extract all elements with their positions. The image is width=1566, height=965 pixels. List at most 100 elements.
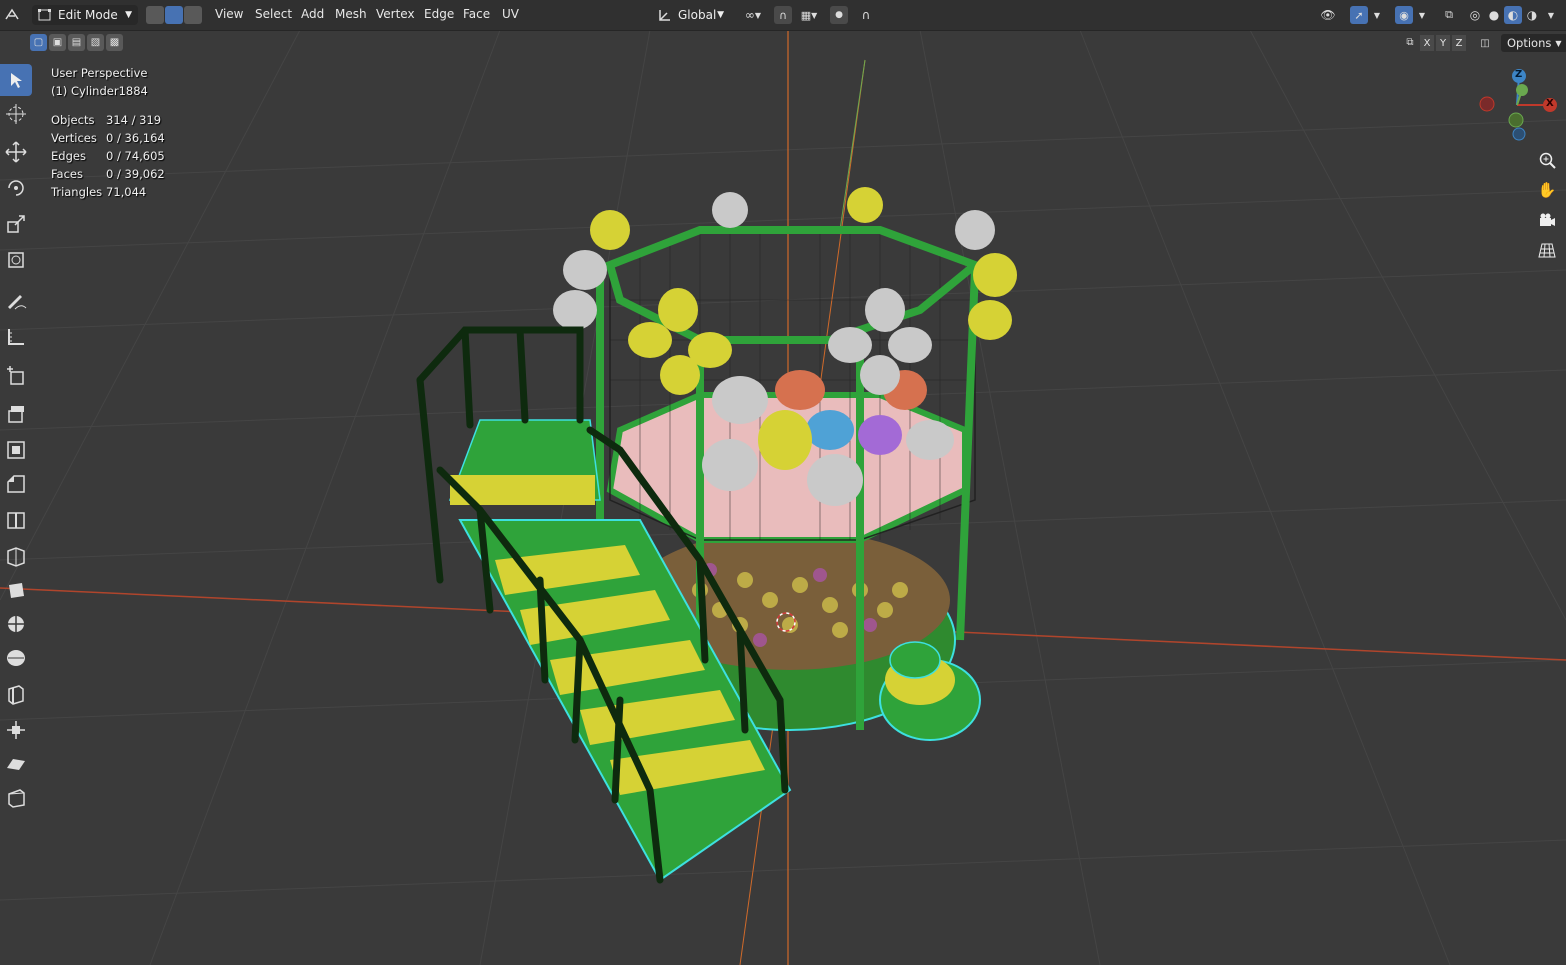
tool-add-cube[interactable]	[0, 360, 32, 392]
shading-solid-button[interactable]: ●	[1485, 6, 1503, 24]
poly-build-icon	[9, 583, 24, 598]
chevron-down-icon: ▼	[1547, 10, 1555, 20]
tool-edge-slide[interactable]	[0, 678, 32, 710]
shrink-fatten-icon	[7, 721, 25, 739]
gizmo-z-label: Z	[1515, 69, 1523, 80]
options-label: Options	[1507, 36, 1552, 50]
bevel-icon	[7, 475, 25, 493]
tool-rotate[interactable]	[0, 172, 32, 204]
mode-dropdown[interactable]: Edit Mode ▼	[32, 5, 138, 25]
menu-view[interactable]: View	[215, 7, 243, 21]
chevron-down-icon: ▼	[1418, 10, 1426, 20]
chevron-down-icon: ▼	[811, 10, 818, 20]
overlays-icon: ◉	[1399, 8, 1409, 22]
active-object-name: (1) Cylinder1884	[51, 84, 148, 98]
tool-shrink-fatten[interactable]	[0, 714, 32, 746]
select-subtract-button[interactable]: ▤	[68, 34, 85, 51]
tool-extrude[interactable]	[0, 398, 32, 430]
overlays-toggle-button[interactable]: ◉	[1395, 6, 1413, 24]
stat-row-edges: Edges 0 / 74,605	[51, 147, 165, 165]
tool-smooth[interactable]	[0, 642, 32, 674]
rotate-icon	[8, 180, 24, 196]
tool-transform[interactable]	[0, 244, 32, 276]
falloff-curve-icon: ∩	[861, 8, 871, 22]
mirror-y-toggle[interactable]: Y	[1436, 35, 1450, 51]
menu-uv[interactable]: UV	[502, 7, 519, 21]
3d-viewport[interactable]	[0, 0, 1566, 965]
select-invert-button[interactable]: ▧	[87, 34, 104, 51]
shading-wireframe-button[interactable]: ◎	[1466, 6, 1484, 24]
overlays-dropdown[interactable]: ▼	[1415, 6, 1429, 24]
chevron-down-icon: ▼	[1555, 38, 1562, 48]
tool-inset[interactable]	[0, 434, 32, 466]
stat-label: Triangles	[51, 185, 103, 199]
rendered-sphere-icon: ◑	[1526, 8, 1538, 22]
pan-button[interactable]: ✋	[1535, 178, 1559, 202]
stat-value: 0 / 39,062	[106, 167, 165, 181]
xray-toggle-button[interactable]: ⧉	[1440, 6, 1458, 24]
transform-orientation-dropdown[interactable]: Global ▼	[652, 5, 730, 25]
viewport-info-overlay: User Perspective (1) Cylinder1884 Object…	[51, 64, 165, 201]
select-extend-button[interactable]: ▣	[49, 34, 66, 51]
mirror-x-toggle[interactable]: X	[1420, 35, 1434, 51]
auto-merge-button[interactable]: ◫	[1476, 34, 1494, 52]
mirror-z-toggle[interactable]: Z	[1452, 35, 1466, 51]
tool-measure[interactable]	[0, 320, 32, 352]
snap-target-button[interactable]: ▦ ▼	[794, 6, 824, 24]
gizmo-toggle-button[interactable]: ➚	[1350, 6, 1368, 24]
chevron-down-icon: ▼	[754, 10, 762, 20]
tool-select-box[interactable]	[0, 64, 32, 96]
stat-value: 71,044	[106, 185, 147, 199]
annotate-icon	[8, 295, 27, 310]
shading-material-button[interactable]: ◐	[1504, 6, 1522, 24]
snap-increment-icon: ▦	[800, 8, 812, 22]
shading-dropdown[interactable]: ▼	[1544, 6, 1558, 24]
pivot-point-button[interactable]: ∞ ▼	[738, 6, 768, 24]
face-select-button[interactable]	[184, 6, 202, 24]
menu-select[interactable]: Select	[255, 7, 292, 21]
mode-label: Edit Mode	[58, 8, 118, 22]
menu-vertex[interactable]: Vertex	[376, 7, 415, 21]
gizmo-dropdown[interactable]: ▼	[1370, 6, 1384, 24]
mirror-button[interactable]: ⧉	[1402, 34, 1418, 51]
editor-type-icon	[5, 8, 19, 20]
tool-knife[interactable]	[0, 540, 32, 572]
select-intersect-button[interactable]: ▩	[106, 34, 123, 51]
edge-select-button[interactable]	[165, 6, 183, 24]
link-icon: ∞	[744, 8, 755, 22]
stat-label: Vertices	[51, 131, 97, 145]
spin-icon	[8, 616, 24, 632]
grid-icon	[1538, 243, 1556, 258]
vertex-select-button[interactable]	[146, 6, 164, 24]
snap-toggle-button[interactable]: ∩	[774, 6, 792, 24]
shading-rendered-button[interactable]: ◑	[1523, 6, 1541, 24]
select-new-button[interactable]: ▢	[30, 34, 47, 51]
tool-loop-cut[interactable]	[0, 504, 32, 536]
menu-edge[interactable]: Edge	[424, 7, 454, 21]
menu-add[interactable]: Add	[301, 7, 324, 21]
zoom-button[interactable]	[1535, 148, 1559, 172]
stat-value: 0 / 36,164	[106, 131, 165, 145]
tool-bevel[interactable]	[0, 468, 32, 500]
camera-view-button[interactable]	[1535, 208, 1559, 232]
edit-mode-icon	[38, 9, 51, 21]
falloff-button[interactable]: ∩	[852, 6, 880, 24]
menu-mesh[interactable]: Mesh	[335, 7, 367, 21]
options-dropdown[interactable]: Options ▼	[1501, 34, 1566, 52]
tool-move[interactable]	[0, 136, 32, 168]
editor-type-button[interactable]	[2, 6, 24, 24]
tool-spin[interactable]	[0, 608, 32, 640]
tool-annotate[interactable]	[0, 284, 32, 316]
stat-row-faces: Faces 0 / 39,062	[51, 165, 165, 183]
tool-shear[interactable]	[0, 748, 32, 780]
material-sphere-icon: ◐	[1507, 8, 1519, 22]
proportional-edit-button[interactable]: ●	[830, 6, 848, 24]
proportional-icon: ●	[835, 10, 843, 20]
tool-rip[interactable]	[0, 782, 32, 814]
tool-cursor[interactable]	[0, 98, 32, 130]
visibility-button[interactable]: 👁	[1313, 6, 1343, 24]
menu-face[interactable]: Face	[463, 7, 490, 21]
perspective-toggle-button[interactable]	[1535, 238, 1559, 262]
tool-scale[interactable]	[0, 208, 32, 240]
tool-poly-build[interactable]	[0, 574, 32, 606]
